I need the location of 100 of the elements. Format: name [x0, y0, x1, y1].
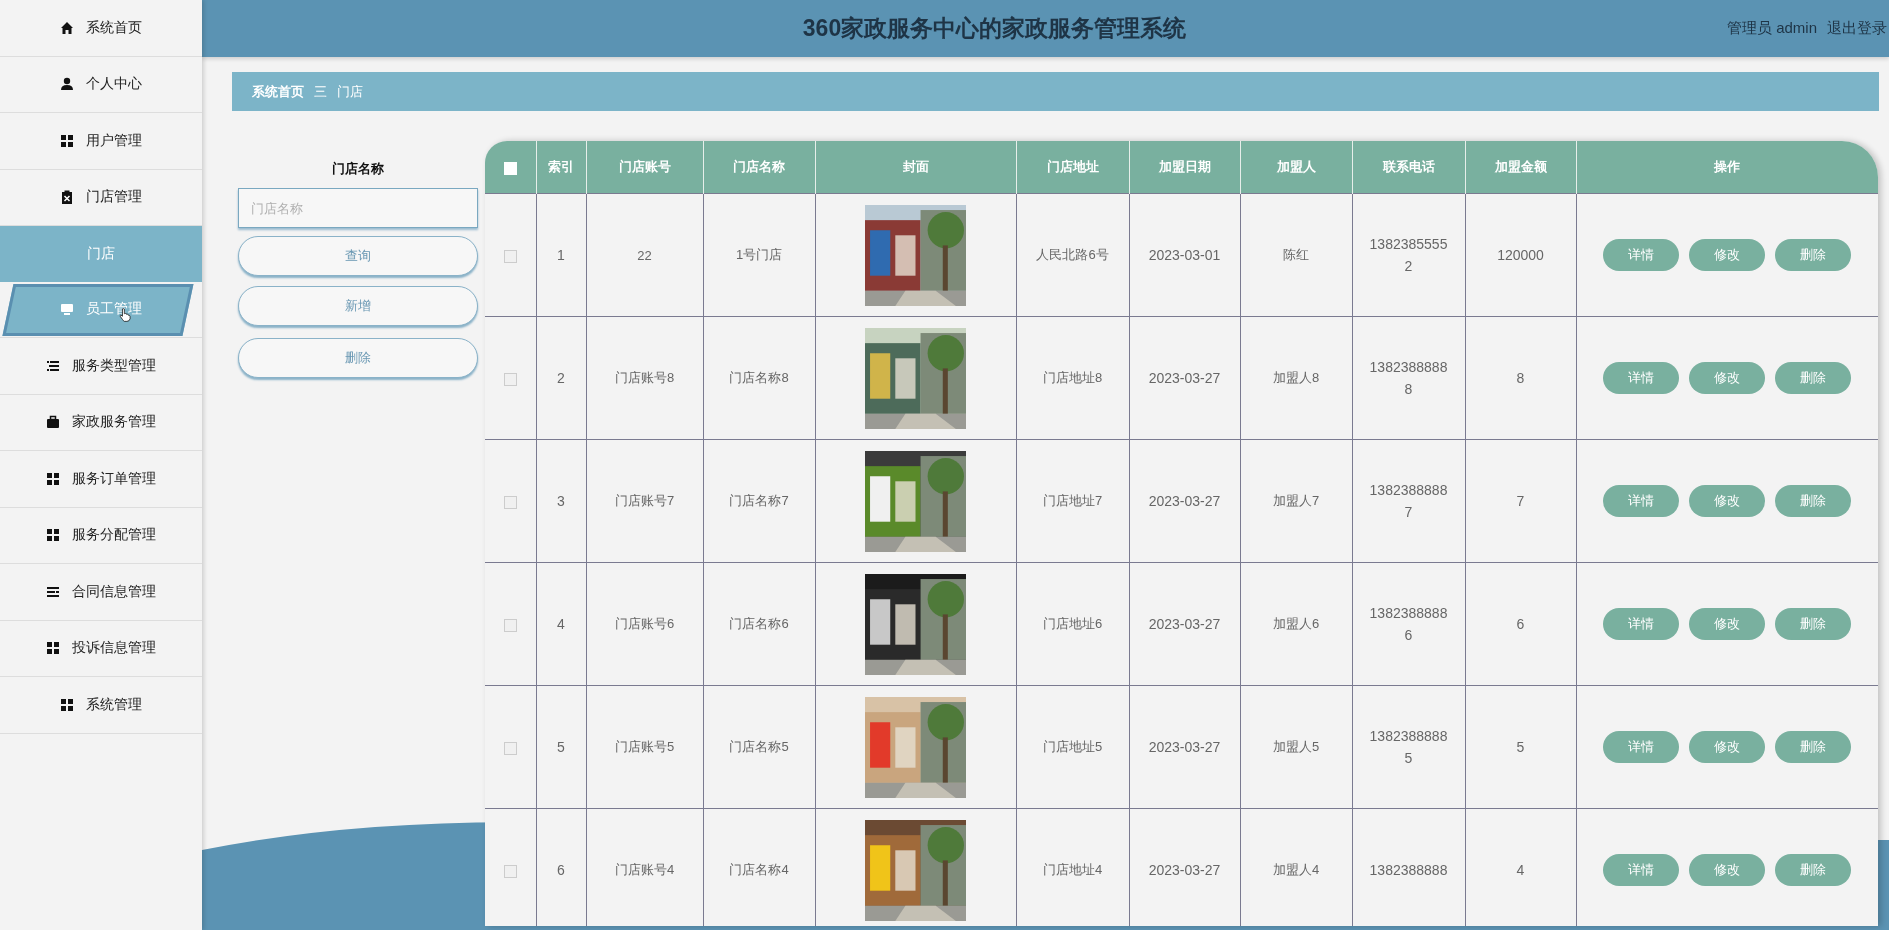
table-cell: 2023-03-27 — [1129, 439, 1240, 563]
column-header: 加盟人 — [1240, 141, 1352, 194]
table-cell: 门店地址7 — [1016, 439, 1129, 563]
sidebar-item[interactable]: 投诉信息管理 — [0, 620, 202, 677]
add-button[interactable]: 新增 — [238, 286, 478, 326]
monitor-icon — [60, 302, 74, 317]
row-checkbox[interactable] — [503, 249, 517, 263]
table-cell: 加盟人6 — [1240, 562, 1352, 686]
grid-icon — [46, 471, 60, 486]
details-button[interactable]: 详情 — [1603, 485, 1679, 517]
table-cell: 门店名称5 — [703, 685, 815, 809]
select-all-checkbox[interactable] — [503, 161, 517, 175]
table-cell: 门店地址6 — [1016, 562, 1129, 686]
table-cell: 门店账号7 — [586, 439, 703, 563]
table-cell: 120000 — [1465, 193, 1576, 317]
edit-button[interactable]: 修改 — [1689, 485, 1765, 517]
details-button[interactable]: 详情 — [1603, 362, 1679, 394]
table-cell: 门店地址5 — [1016, 685, 1129, 809]
grid-icon — [46, 528, 60, 543]
table-cell: 加盟人8 — [1240, 316, 1352, 440]
briefcase-icon — [46, 415, 60, 430]
row-checkbox[interactable] — [503, 741, 517, 755]
details-button[interactable]: 详情 — [1603, 854, 1679, 886]
home-icon — [60, 20, 74, 35]
sidebar-item[interactable]: 服务分配管理 — [0, 507, 202, 564]
details-button[interactable]: 详情 — [1603, 731, 1679, 763]
table-cell: 22 — [586, 193, 703, 317]
table-cell: 5 — [536, 685, 586, 809]
table-cell: 2023-03-27 — [1129, 316, 1240, 440]
edit-button[interactable]: 修改 — [1689, 854, 1765, 886]
separator-icon: 三 — [314, 82, 327, 101]
sidebar-item[interactable]: 家政服务管理 — [0, 394, 202, 451]
clipboard-icon — [60, 190, 74, 205]
details-button[interactable]: 详情 — [1603, 239, 1679, 271]
table-cell-text: 13823888888 — [1368, 358, 1449, 399]
table-cell: 门店账号8 — [586, 316, 703, 440]
column-header: 门店账号 — [586, 141, 703, 194]
edit-button[interactable]: 修改 — [1689, 239, 1765, 271]
edit-button[interactable]: 修改 — [1689, 608, 1765, 640]
table-cell: 7 — [1465, 439, 1576, 563]
logout-link[interactable]: 退出登录 — [1827, 19, 1887, 38]
sidebar-item[interactable]: 服务订单管理 — [0, 451, 202, 508]
column-header: 加盟日期 — [1129, 141, 1240, 194]
details-button[interactable]: 详情 — [1603, 608, 1679, 640]
sidebar-item[interactable]: 系统管理 — [0, 677, 202, 734]
submenu-item[interactable]: 门店 — [0, 226, 202, 282]
table-cell: 人民北路6号 — [1016, 193, 1129, 317]
delete-button[interactable]: 删除 — [1775, 239, 1851, 271]
column-header: 索引 — [536, 141, 586, 194]
table-cell: 2 — [536, 316, 586, 440]
field-label: 门店名称 — [331, 160, 385, 178]
table-cell: 门店名称8 — [703, 316, 815, 440]
sidebar-item[interactable]: 服务类型管理 — [0, 338, 202, 395]
delete-button[interactable]: 删除 — [1775, 854, 1851, 886]
table-cell-text: 1382388888 — [1368, 861, 1449, 880]
sidebar-item[interactable]: 个人中心 — [0, 56, 202, 113]
column-header: 操作 — [1576, 141, 1878, 194]
table-cell: 门店地址8 — [1016, 316, 1129, 440]
table-cell: 加盟人5 — [1240, 685, 1352, 809]
app-title: 360家政服务中心的家政服务管理系统 — [801, 14, 1188, 43]
delete-button[interactable]: 删除 — [1775, 608, 1851, 640]
sidebar-item[interactable]: 员工管理 — [0, 281, 202, 338]
delete-button[interactable]: 删除 — [1775, 731, 1851, 763]
table-cell-text: 13823888887 — [1368, 481, 1449, 522]
row-checkbox[interactable] — [503, 618, 517, 632]
table-cell: 6 — [1465, 562, 1576, 686]
table-cell-text: 13823888886 — [1368, 604, 1449, 645]
table-cell: 门店账号6 — [586, 562, 703, 686]
edit-button[interactable]: 修改 — [1689, 731, 1765, 763]
delete-button[interactable]: 删除 — [1775, 362, 1851, 394]
table-cell: 门店账号5 — [586, 685, 703, 809]
search-field[interactable]: 门店名称 — [238, 188, 478, 228]
sidebar-item[interactable]: 合同信息管理 — [0, 564, 202, 621]
user-label: 管理员 admin — [1726, 19, 1817, 38]
column-header: 联系电话 — [1352, 141, 1465, 194]
grid-icon — [60, 697, 74, 712]
column-header: 加盟金额 — [1465, 141, 1576, 194]
table-cell: 5 — [1465, 685, 1576, 809]
column-header: 封面 — [815, 141, 1016, 194]
search-button[interactable]: 查询 — [238, 236, 478, 276]
table-cell: 4 — [536, 562, 586, 686]
table-cell: 门店名称7 — [703, 439, 815, 563]
grid-icon — [60, 133, 74, 148]
edit-button[interactable]: 修改 — [1689, 362, 1765, 394]
lines-icon — [46, 584, 60, 599]
person-icon — [60, 77, 74, 92]
delete-button[interactable]: 删除 — [1775, 485, 1851, 517]
table-cell-text: 13823855552 — [1368, 235, 1449, 276]
table-cell: 陈红 — [1240, 193, 1352, 317]
delete-button[interactable]: 删除 — [238, 338, 478, 378]
table-cell: 1号门店 — [703, 193, 815, 317]
table-cell: 2023-03-27 — [1129, 562, 1240, 686]
row-checkbox[interactable] — [503, 864, 517, 878]
row-checkbox[interactable] — [503, 372, 517, 386]
row-checkbox[interactable] — [503, 495, 517, 509]
table-cell: 2023-03-01 — [1129, 193, 1240, 317]
breadcrumb-link[interactable]: 系统首页 — [252, 82, 304, 101]
table-cell: 1 — [536, 193, 586, 317]
sidebar-item[interactable]: 用户管理 — [0, 113, 202, 170]
column-header: 门店名称 — [703, 141, 815, 194]
